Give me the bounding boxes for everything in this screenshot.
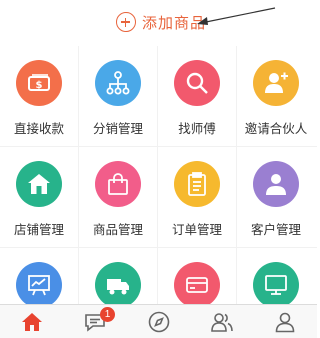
- compass-icon: [148, 311, 169, 333]
- user-icon: [275, 312, 295, 333]
- grid-item-logistics[interactable]: [79, 248, 157, 308]
- grid-item-invite-partner[interactable]: 邀请合伙人: [237, 46, 317, 146]
- svg-text:$: $: [36, 80, 43, 91]
- add-product-button[interactable]: 添加商品: [116, 10, 206, 34]
- grid-item-label: 商品管理: [92, 223, 143, 237]
- org-chart-icon: [95, 60, 141, 106]
- grid-item-label: 客户管理: [250, 223, 301, 237]
- clipboard-icon: [174, 161, 220, 207]
- grid-item-label: 店铺管理: [13, 223, 64, 237]
- grid-item-customer-management[interactable]: 客户管理: [237, 147, 317, 247]
- grid-item-label: 订单管理: [171, 223, 222, 237]
- annotation-arrow-icon: [197, 7, 276, 25]
- person-icon: [253, 161, 299, 207]
- grid-item-find-master[interactable]: 找师傅: [158, 46, 236, 146]
- grid-item-product-management[interactable]: 商品管理: [79, 147, 157, 247]
- grid-item-bank-card[interactable]: [158, 248, 236, 308]
- search-icon: [174, 60, 220, 106]
- tab-contacts[interactable]: [190, 305, 253, 338]
- add-person-icon: [253, 60, 299, 106]
- card-icon: [174, 262, 220, 308]
- grid-item-label: 分销管理: [92, 122, 143, 136]
- function-grid: $ 直接收款 分销管理 找师傅 邀请合伙人 店铺管理 商品管理 订单管理 客户管…: [0, 46, 317, 308]
- message-badge: 1: [100, 307, 115, 322]
- truck-icon: [95, 262, 141, 308]
- grid-item-label: 邀请合伙人: [244, 122, 308, 136]
- grid-item-label: 直接收款: [13, 122, 64, 136]
- grid-item-store-management[interactable]: 店铺管理: [0, 147, 78, 247]
- chart-board-icon: [16, 262, 62, 308]
- add-product-bar: 添加商品: [0, 0, 317, 46]
- grid-item-label: 找师傅: [178, 122, 216, 136]
- home-icon: [21, 313, 42, 331]
- monitor-icon: [253, 262, 299, 308]
- people-icon: [210, 313, 233, 332]
- tab-home[interactable]: [0, 305, 63, 338]
- grid-item-pc-management[interactable]: [237, 248, 317, 308]
- cash-icon: $: [16, 60, 62, 106]
- grid-item-order-management[interactable]: 订单管理: [158, 147, 236, 247]
- grid-item-data-report[interactable]: [0, 248, 78, 308]
- tab-profile[interactable]: [253, 305, 317, 338]
- grid-item-direct-payment[interactable]: $ 直接收款: [0, 46, 78, 146]
- shopping-bag-icon: [95, 161, 141, 207]
- bottom-tab-bar: 1: [0, 304, 317, 338]
- house-icon: [16, 161, 62, 207]
- tab-discover[interactable]: [127, 305, 190, 338]
- tab-messages[interactable]: 1: [63, 305, 126, 338]
- plus-circle-icon: [116, 12, 136, 32]
- grid-item-distribution[interactable]: 分销管理: [79, 46, 157, 146]
